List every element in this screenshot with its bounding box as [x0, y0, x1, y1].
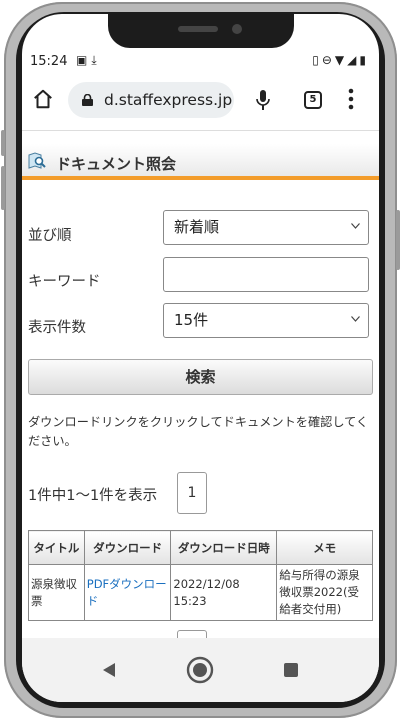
- column-header: ダウンロード: [83, 530, 172, 565]
- download-done-icon: ⤓: [91, 53, 101, 67]
- volume-button: [1, 166, 5, 210]
- url-text: d.staffexpress.jp: [104, 91, 233, 109]
- tab-switcher-button[interactable]: 5: [304, 91, 322, 109]
- table-row: 源泉徴収票 PDFダウンロード 2022/12/08 15:23 給与所得の源泉…: [28, 564, 373, 621]
- per-page-label: 表示件数: [28, 320, 86, 336]
- column-header: タイトル: [28, 530, 85, 565]
- status-right-icons: ▯⊖▼◢▮: [312, 53, 369, 67]
- power-button: [396, 210, 400, 270]
- speaker-grille: [178, 26, 218, 32]
- status-time: 15:24: [30, 54, 68, 69]
- chevron-down-icon: [351, 316, 360, 322]
- search-button[interactable]: 検索: [28, 359, 373, 395]
- section-heading: ドキュメント照会: [22, 144, 379, 180]
- table-header-row: タイトル ダウンロード ダウンロード日時 メモ: [28, 530, 373, 565]
- microphone-icon[interactable]: [256, 90, 270, 110]
- column-header: メモ: [276, 530, 373, 565]
- page-number-button[interactable]: 1: [177, 472, 207, 514]
- status-bar: 15:24 ▣⤓ ▯⊖▼◢▮: [22, 50, 379, 74]
- recent-apps-icon[interactable]: [284, 663, 298, 677]
- signal-icon: ◢: [347, 53, 360, 67]
- pdf-download-link[interactable]: PDFダウンロード: [83, 564, 172, 621]
- toolbar-divider: [22, 130, 379, 131]
- camera-notch: [108, 14, 294, 48]
- address-bar[interactable]: d.staffexpress.jp: [68, 82, 234, 118]
- dnd-icon: ⊖: [321, 53, 335, 67]
- column-header: ダウンロード日時: [170, 530, 278, 565]
- result-count: 1件中1〜1件を表示: [28, 488, 158, 504]
- more-menu-icon[interactable]: [348, 88, 354, 110]
- memo-cell: 給与所得の源泉徴収票2022(受給者交付用): [276, 564, 373, 621]
- volume-button: [1, 130, 5, 156]
- download-date-cell: 2022/12/08 15:23: [170, 564, 278, 621]
- document-search-icon: [28, 152, 46, 169]
- home-nav-icon[interactable]: [186, 656, 214, 684]
- browser-toolbar: d.staffexpress.jp 5: [22, 78, 379, 122]
- home-icon[interactable]: [32, 88, 54, 110]
- per-page-value: 15件: [174, 311, 209, 329]
- phone-screen: 15:24 ▣⤓ ▯⊖▼◢▮ d.staffexpress.jp 5 ドキュメン…: [22, 14, 379, 702]
- lock-icon: [82, 94, 93, 106]
- chevron-down-icon: [351, 223, 360, 229]
- document-table: タイトル ダウンロード ダウンロード日時 メモ 源泉徴収票 PDFダウンロード …: [28, 530, 373, 621]
- per-page-select[interactable]: 15件: [163, 303, 369, 338]
- page-title: ドキュメント照会: [56, 155, 177, 173]
- system-nav-bar: [22, 638, 379, 702]
- vibrate-icon: ▯: [312, 53, 322, 67]
- sort-select[interactable]: 新着順: [163, 210, 369, 245]
- keyword-label: キーワード: [28, 274, 101, 290]
- image-icon: ▣: [76, 53, 92, 67]
- instruction-text: ダウンロードリンクをクリックしてドキュメントを確認してください。: [28, 415, 369, 448]
- status-left-icons: ▣⤓: [76, 53, 101, 68]
- front-camera: [232, 24, 242, 34]
- document-title-cell: 源泉徴収票: [28, 564, 85, 621]
- sort-label: 並び順: [28, 228, 72, 244]
- back-icon[interactable]: [102, 662, 116, 678]
- sort-value: 新着順: [174, 218, 220, 236]
- battery-icon: ▮: [359, 53, 369, 67]
- wifi-icon: ▼: [334, 53, 348, 67]
- keyword-input[interactable]: [163, 257, 369, 292]
